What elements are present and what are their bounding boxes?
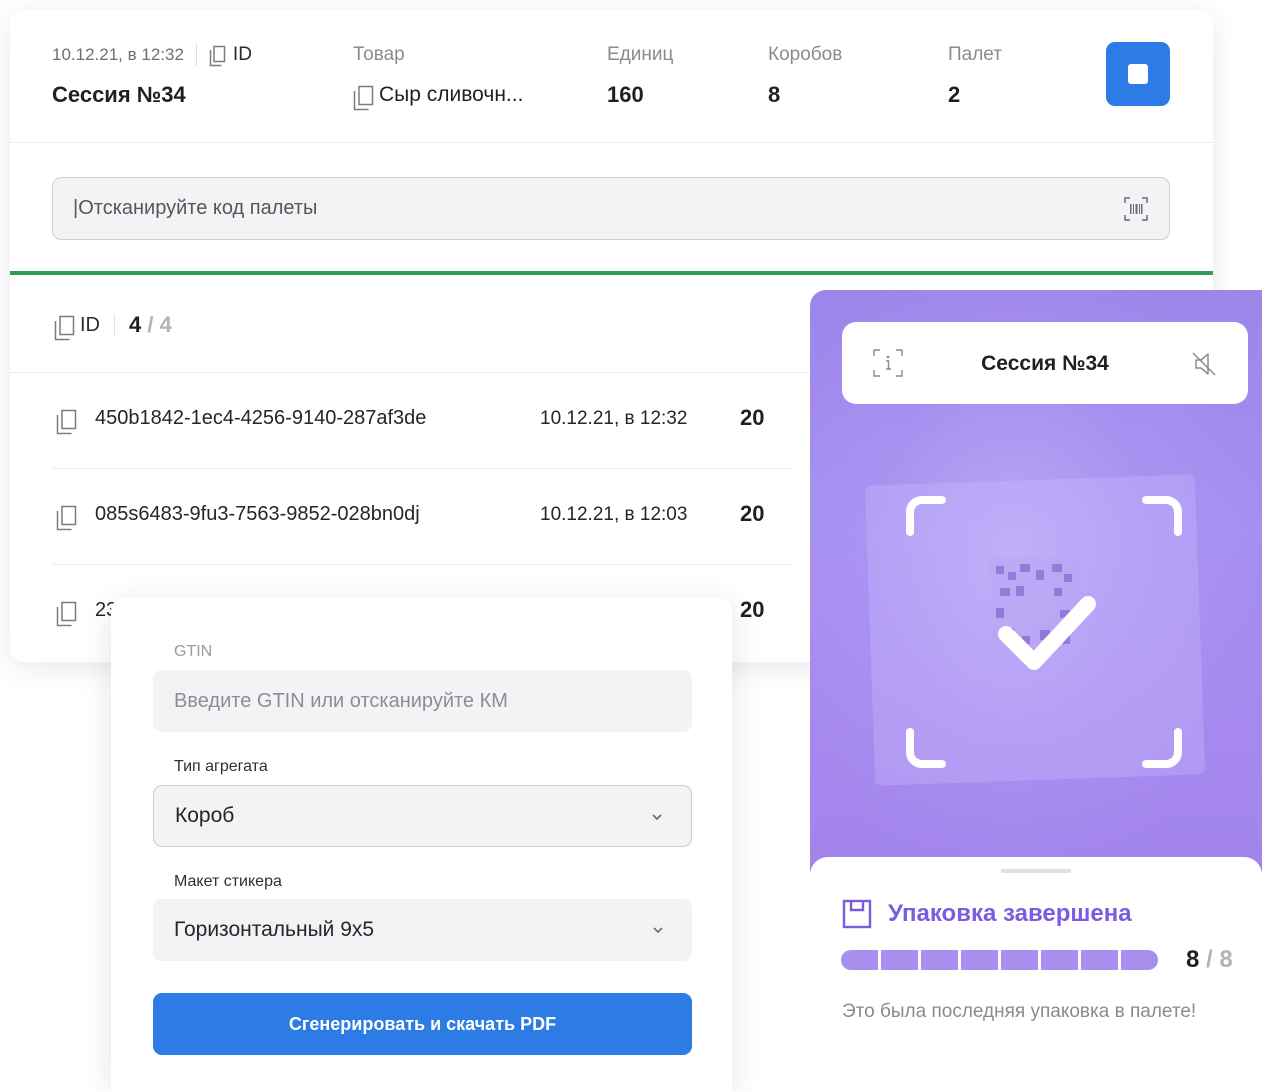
session-title: Сессия №34 (52, 82, 186, 107)
progress-segment (1001, 950, 1038, 970)
sheet-handle[interactable] (1001, 869, 1071, 873)
row-id: 450b1842-1ec4-4256-9140-287af3de (95, 407, 427, 429)
units-column: Единиц 160 (607, 44, 673, 108)
generate-pdf-button[interactable]: Сгенерировать и скачать PDF (153, 993, 692, 1055)
row-quantity: 20 (740, 405, 765, 430)
scan-success-indicator (10, 271, 1213, 275)
gtin-input[interactable] (153, 670, 692, 732)
boxes-column: Коробов 8 (768, 44, 842, 108)
session-id-label: ID (232, 44, 252, 65)
pallet-scan-input[interactable] (73, 178, 1073, 239)
session-datetime: 10.12.21, в 12:32 (52, 45, 184, 64)
boxes-label: Коробов (768, 44, 843, 65)
progress-segment (961, 950, 998, 970)
divider (114, 314, 115, 336)
sound-off-icon[interactable] (1190, 350, 1218, 378)
product-column: Товар Сыр сливочн... (353, 44, 524, 110)
packing-complete-title: Упаковка завершена (888, 900, 1132, 927)
copy-icon[interactable] (209, 45, 226, 66)
product-value: Сыр сливочн... (379, 83, 524, 106)
divider (195, 44, 197, 66)
aggregate-type-label: Тип агрегата (174, 758, 268, 775)
stop-session-button[interactable] (1106, 42, 1170, 106)
units-value: 160 (607, 82, 644, 107)
pallets-value: 2 (948, 82, 961, 107)
stop-icon (1128, 64, 1148, 84)
chevron-down-icon (652, 814, 662, 821)
packing-progress-bar (841, 950, 1158, 970)
scanner-header: Сессия №34 (842, 322, 1248, 404)
progress-segment (841, 950, 878, 970)
row-date: 10.12.21, в 12:03 (540, 504, 688, 525)
row-quantity: 20 (740, 597, 765, 622)
copy-icon[interactable] (54, 315, 75, 340)
progress-segment (881, 950, 918, 970)
last-package-note: Это была последняя упаковка в палете! (842, 1001, 1197, 1022)
sticker-form: GTIN Тип агрегата Короб Макет стикера Го… (111, 597, 732, 1091)
pallet-count: 4 / 4 (129, 312, 172, 337)
copy-icon[interactable] (56, 505, 78, 536)
session-info: 10.12.21, в 12:32 ID Сессия №34 (52, 44, 252, 108)
product-label: Товар (353, 44, 405, 65)
progress-segment (1081, 950, 1118, 970)
aggregate-type-select[interactable]: Короб (153, 785, 692, 847)
row-quantity: 20 (740, 501, 765, 526)
copy-icon[interactable] (56, 601, 78, 632)
list-id-label: ID (80, 313, 100, 336)
progress-segment (1041, 950, 1078, 970)
progress-segment (921, 950, 958, 970)
boxes-value: 8 (768, 82, 781, 107)
row-date: 10.12.21, в 12:32 (540, 408, 688, 429)
status-sheet: Упаковка завершена 8 / 8 Это была послед… (810, 857, 1262, 1091)
sticker-layout-select[interactable]: Горизонтальный 9x5 (153, 899, 692, 961)
gtin-label: GTIN (174, 643, 213, 660)
checkmark-icon (998, 596, 1096, 670)
scanner-session-title: Сессия №34 (981, 352, 1109, 375)
progress-segment (1121, 950, 1158, 970)
sticker-layout-label: Макет стикера (174, 873, 282, 890)
pallet-scan-field[interactable] (52, 177, 1170, 240)
chevron-down-icon (653, 927, 663, 934)
pallet-list-header: ID 4 / 4 (54, 312, 172, 340)
pallets-label: Палет (948, 44, 1002, 65)
barcode-scan-icon[interactable] (1123, 196, 1149, 222)
pallets-column: Палет 2 (948, 44, 1002, 108)
sticker-layout-value: Горизонтальный 9x5 (174, 918, 375, 941)
aggregate-type-value: Короб (175, 804, 235, 827)
progress-count: 8 / 8 (1186, 946, 1233, 973)
copy-icon[interactable] (353, 85, 374, 110)
row-id: 085s6483-9fu3-7563-9852-028bn0dj (95, 503, 420, 525)
mobile-scanner: Сессия №34 Упаковка завершена 8 / 8 Это … (810, 290, 1262, 1091)
box-icon (842, 899, 872, 929)
units-label: Единиц (607, 44, 674, 65)
session-header: 10.12.21, в 12:32 ID Сессия №34 Товар Сы… (10, 10, 1213, 143)
copy-icon[interactable] (56, 409, 78, 440)
